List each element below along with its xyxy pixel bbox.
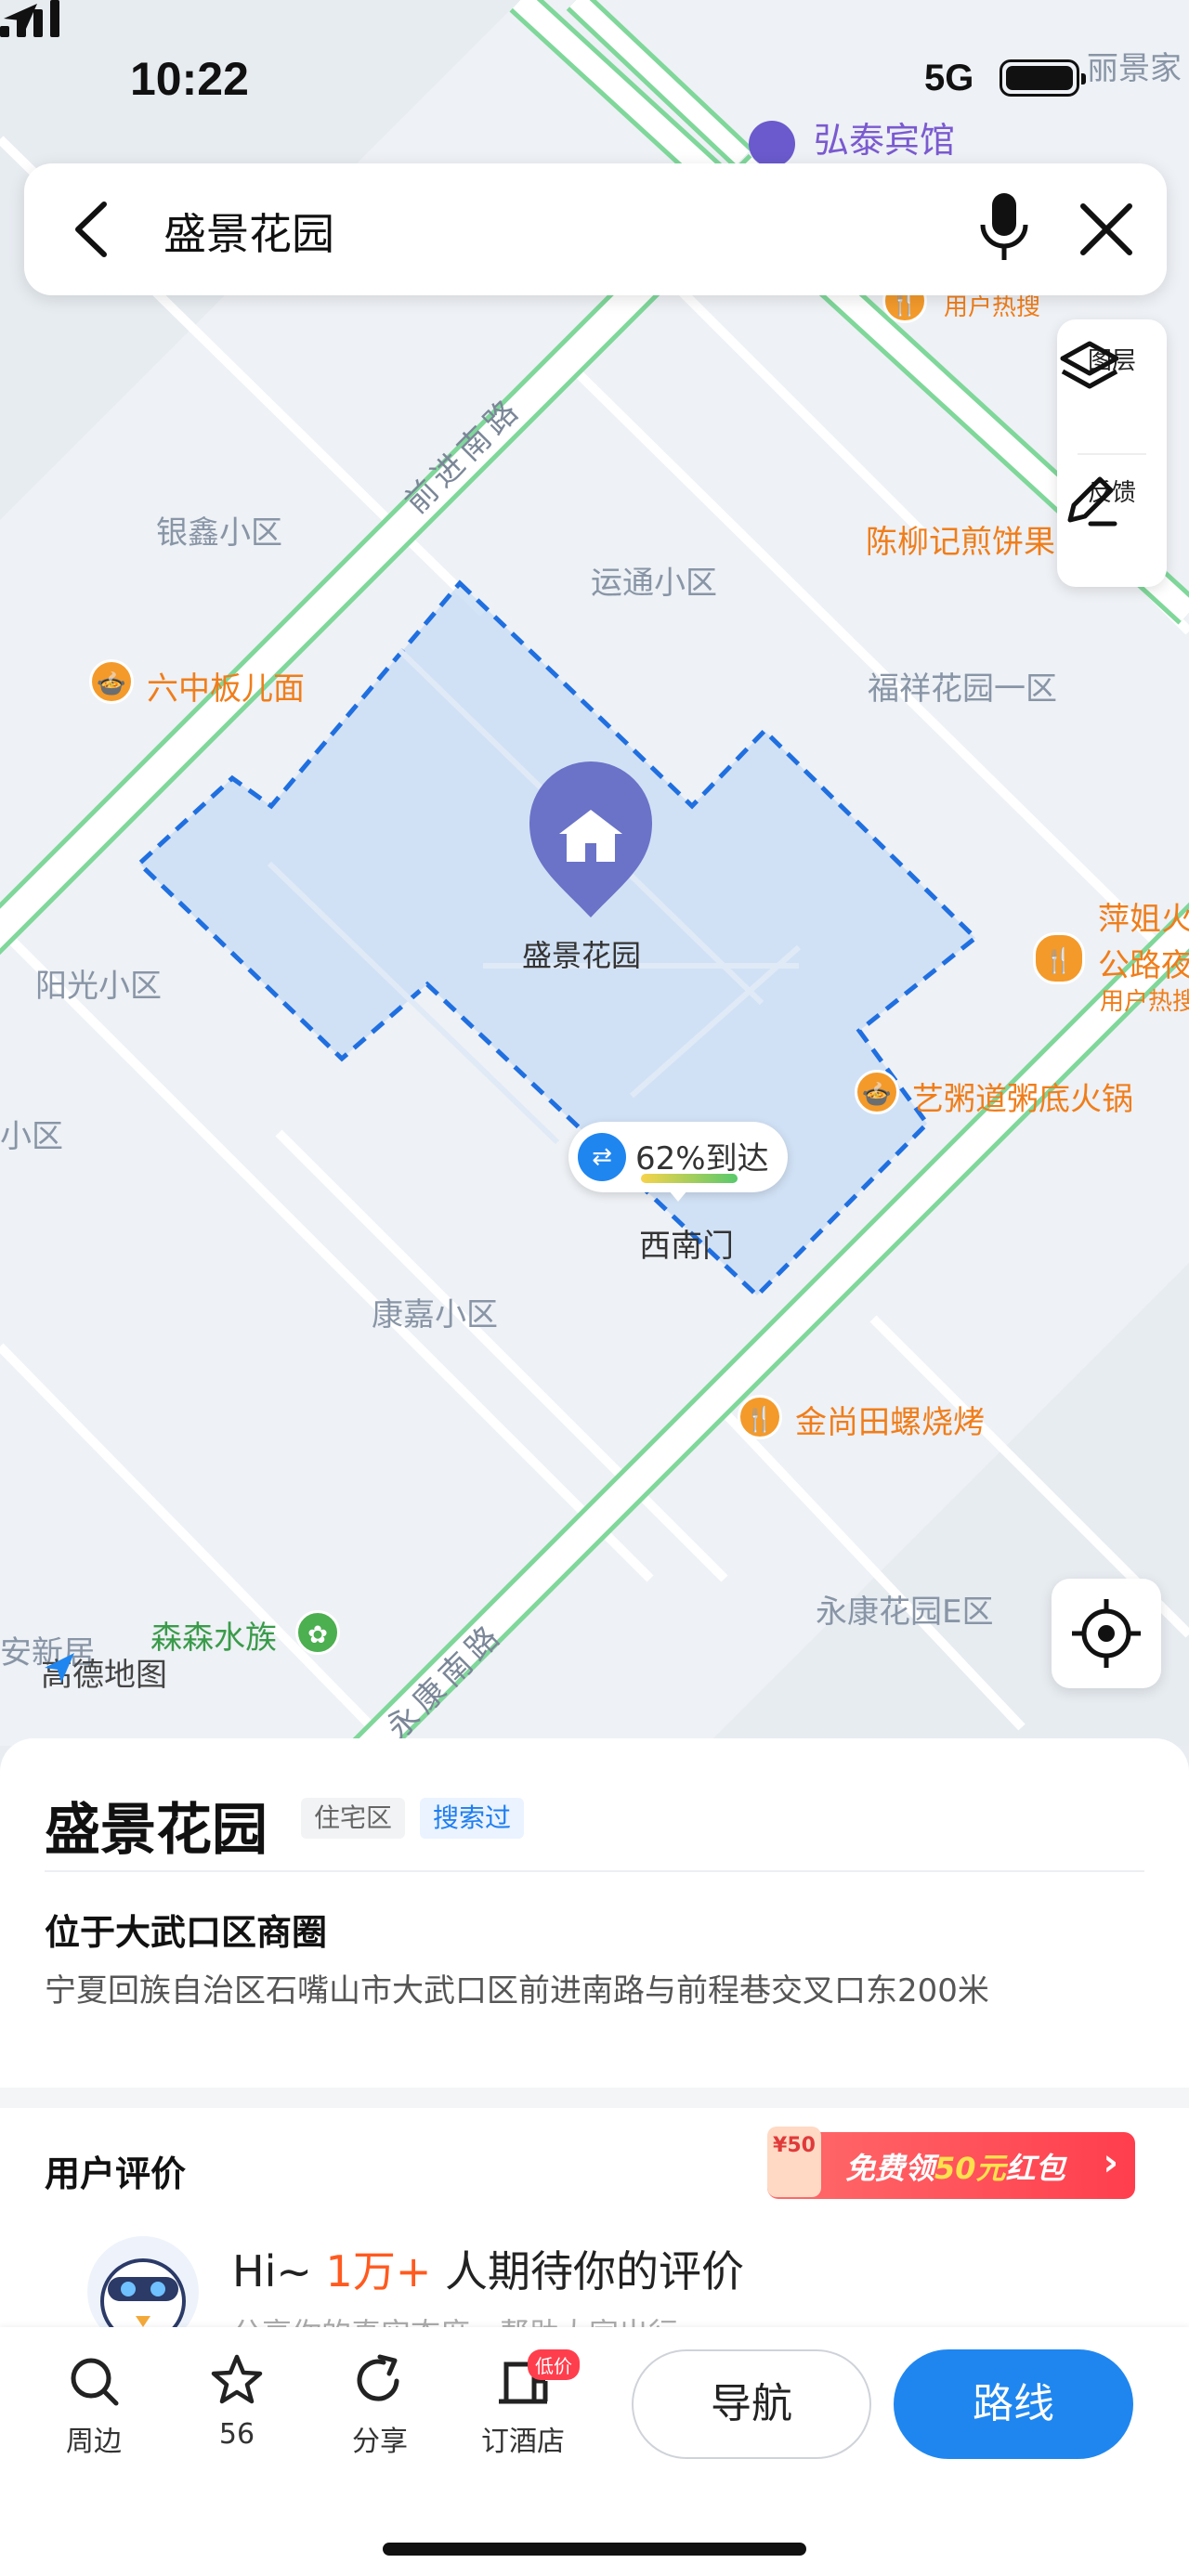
- share-button[interactable]: 分享: [329, 2353, 431, 2459]
- microphone-icon[interactable]: [972, 189, 1037, 269]
- close-icon[interactable]: [1074, 197, 1139, 262]
- chevron-right-icon: ›: [1103, 2141, 1118, 2184]
- food-poi-icon: 🍴: [738, 1395, 782, 1439]
- place-name: 盛景花园: [45, 1798, 268, 1863]
- locate-crosshair-icon: [1072, 1599, 1141, 1668]
- status-time: 10:22: [130, 53, 249, 105]
- cellular-signal-icon: [0, 0, 59, 37]
- red-packet-coupon-button[interactable]: ¥50 免费领50元红包 ›: [767, 2127, 1135, 2199]
- navigate-button[interactable]: 导航: [632, 2349, 871, 2459]
- aquarium-poi-icon: ✿: [295, 1610, 340, 1655]
- map-poi-yizhou[interactable]: 艺粥道粥底火锅: [912, 1073, 1133, 1119]
- gaode-logo-icon: [45, 1653, 74, 1683]
- map-area-yinxin[interactable]: 银鑫小区: [156, 507, 282, 553]
- book-hotel-label: 订酒店: [481, 2426, 565, 2458]
- map-hot-search-tag: 用户热搜: [1100, 988, 1189, 1016]
- share-icon: [357, 2354, 399, 2401]
- search-bar[interactable]: 盛景花园: [24, 163, 1167, 295]
- eta-bar: [641, 1174, 738, 1183]
- search-query-text[interactable]: 盛景花园: [163, 201, 334, 262]
- review-invite-text: Hi~ 1万+ 人期待你的评价: [232, 2246, 744, 2296]
- locate-button[interactable]: [1052, 1579, 1161, 1688]
- map-poi-chenliuji[interactable]: 陈柳记煎饼果: [866, 516, 1055, 562]
- nearby-button[interactable]: 周边: [43, 2353, 145, 2459]
- book-hotel-button[interactable]: 低价 订酒店: [472, 2349, 580, 2459]
- map-gate-label[interactable]: 西南门: [639, 1220, 734, 1266]
- map-poi-liuzhong[interactable]: 六中板儿面: [147, 663, 305, 709]
- home-indicator[interactable]: [383, 2543, 806, 2556]
- map-poi-hotel[interactable]: 弘泰宾馆: [814, 111, 955, 163]
- screen: { "status_bar": { "time": "10:22", "netw…: [0, 0, 1189, 2576]
- business-area-title: 位于大武口区商圈: [45, 1912, 328, 1953]
- map-tools-panel: 图层 反馈: [1057, 319, 1167, 587]
- status-bar: 10:22 5G: [0, 0, 1189, 158]
- map-area-left-edge[interactable]: 小区: [0, 1111, 63, 1156]
- place-address: 宁夏回族自治区石嘴山市大武口区前进南路与前程巷交叉口东200米: [45, 1972, 989, 2010]
- hotpot-poi-icon: 🍲: [855, 1070, 899, 1114]
- food-poi-icon: 🍲: [89, 659, 134, 704]
- divider: [45, 1870, 1144, 1872]
- map-label-top-right: 丽景家: [1087, 50, 1182, 87]
- layers-button[interactable]: 图层: [1057, 338, 1167, 389]
- eta-text: 62%到达: [635, 1140, 769, 1177]
- coupon-text: 免费领50元红包: [845, 2151, 1065, 2186]
- food-poi-icon: 🍴: [1033, 932, 1085, 984]
- share-label: 分享: [352, 2426, 408, 2458]
- map-poi-pingjie[interactable]: 萍姐火: [1098, 893, 1189, 939]
- layers-icon: [1060, 341, 1119, 389]
- feedback-button[interactable]: 反馈: [1057, 470, 1167, 527]
- low-price-badge: 低价: [528, 2349, 580, 2380]
- search-icon: [71, 2358, 119, 2406]
- map-poi-jinshangtian[interactable]: 金尚田螺烧烤: [795, 1397, 985, 1442]
- favorite-button[interactable]: 56: [186, 2353, 288, 2451]
- back-arrow-icon[interactable]: [61, 197, 126, 262]
- eta-bubble[interactable]: ⇄ 62%到达: [568, 1122, 788, 1202]
- nearby-label: 周边: [66, 2426, 122, 2458]
- battery-icon: [1000, 59, 1086, 97]
- hotel-poi-icon: [749, 121, 795, 167]
- favorites-count: 56: [218, 2418, 255, 2451]
- map-view[interactable]: 10:22 5G 丽景家 弘泰宾馆 🍴 用户热搜 前进南路 永康南路 银鑫小区 …: [0, 0, 1189, 1747]
- map-area-yuntong[interactable]: 运通小区: [591, 557, 717, 603]
- map-area-fuxiang[interactable]: 福祥花园一区: [868, 663, 1057, 709]
- searched-tag: 搜索过: [420, 1798, 525, 1839]
- map-logo: 高德地图: [41, 1649, 167, 1695]
- map-area-yongkang-e[interactable]: 永康花园E区: [816, 1586, 993, 1632]
- map-poi-sensen[interactable]: 森森水族: [150, 1612, 277, 1658]
- transfer-icon: ⇄: [578, 1133, 626, 1181]
- place-type-tag: 住宅区: [301, 1798, 406, 1839]
- map-area-yangguang[interactable]: 阳光小区: [35, 960, 162, 1006]
- section-gap: [0, 2088, 1189, 2108]
- network-type: 5G: [924, 58, 974, 98]
- coupon-badge: ¥50: [767, 2127, 821, 2197]
- map-area-kangjia[interactable]: 康嘉小区: [372, 1289, 498, 1334]
- feedback-pen-icon: [1067, 476, 1117, 527]
- star-icon: [211, 2354, 263, 2404]
- route-button[interactable]: 路线: [894, 2349, 1133, 2459]
- map-poi-pingjie-sub: 公路夜: [1098, 947, 1189, 984]
- bottom-action-bar: 周边 56 分享 低价 订酒店 导航 路线: [0, 2327, 1189, 2576]
- map-place-label[interactable]: 盛景花园: [522, 932, 641, 975]
- reviews-title: 用户评价: [45, 2153, 187, 2194]
